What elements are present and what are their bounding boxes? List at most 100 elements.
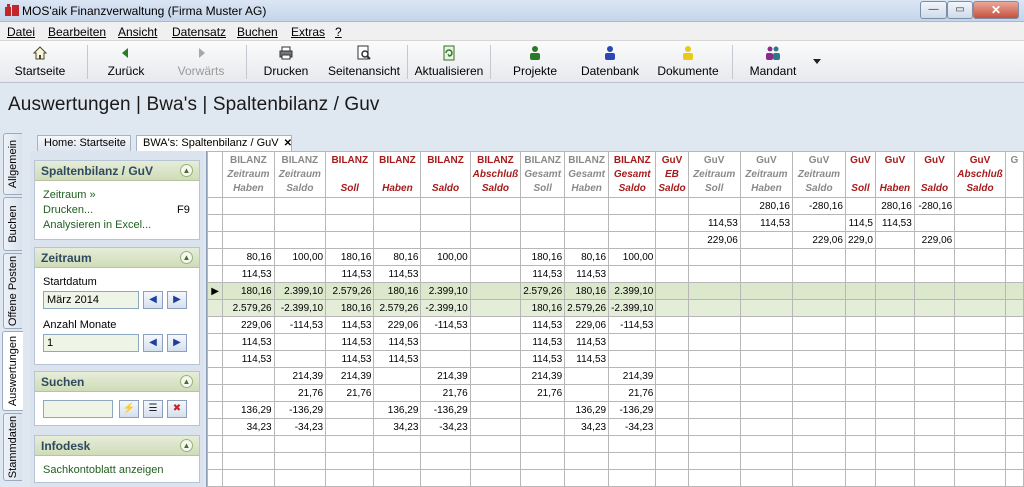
column-header[interactable]: GuV Soll xyxy=(844,151,876,198)
table-cell[interactable] xyxy=(520,418,566,436)
table-cell[interactable] xyxy=(655,401,689,419)
table-cell[interactable]: 214,39 xyxy=(520,367,566,385)
row-indicator[interactable] xyxy=(207,452,224,470)
table-cell[interactable] xyxy=(954,197,1006,215)
table-cell[interactable] xyxy=(608,231,657,249)
table-cell[interactable] xyxy=(273,333,327,351)
table-cell[interactable]: -136,29 xyxy=(273,401,327,419)
table-row[interactable]: 21,76 21,76 21,76 21,76 21,76 xyxy=(207,384,1024,402)
table-cell[interactable] xyxy=(913,265,956,283)
table-cell[interactable] xyxy=(844,316,876,334)
table-cell[interactable] xyxy=(739,265,794,283)
vorwaerts-button[interactable]: Vorwärts xyxy=(170,43,232,81)
table-cell[interactable] xyxy=(469,452,522,470)
table-cell[interactable]: 2.579,26 xyxy=(325,282,375,300)
table-cell[interactable]: -2.399,10 xyxy=(608,299,657,317)
table-cell[interactable] xyxy=(222,452,275,470)
table-cell[interactable]: 80,16 xyxy=(222,248,275,266)
seitenansicht-button[interactable]: Seitenansicht xyxy=(326,43,402,81)
table-cell[interactable] xyxy=(273,231,327,249)
table-cell[interactable]: -2.399,10 xyxy=(273,299,327,317)
table-cell[interactable] xyxy=(325,452,375,470)
table-cell[interactable] xyxy=(739,469,794,487)
table-row[interactable]: 34,23 -34,23 34,23 -34,23 34,23 -34,23 xyxy=(207,418,1024,436)
table-cell[interactable]: -34,23 xyxy=(608,418,657,436)
dokumente-button[interactable]: Dokumente xyxy=(655,43,721,81)
sachkontoblatt-link[interactable]: Sachkontoblatt anzeigen xyxy=(43,464,163,476)
projekte-button[interactable]: Projekte xyxy=(508,43,562,81)
table-cell[interactable] xyxy=(608,265,657,283)
table-cell[interactable] xyxy=(1004,214,1024,232)
table-cell[interactable] xyxy=(222,384,275,402)
tab-home-startseite[interactable]: Home: Startseite xyxy=(37,135,131,151)
aktualisieren-button[interactable]: Aktualisieren xyxy=(413,43,485,81)
row-indicator[interactable] xyxy=(207,418,224,436)
table-cell[interactable] xyxy=(913,452,956,470)
table-cell[interactable] xyxy=(954,350,1006,368)
table-cell[interactable] xyxy=(469,333,522,351)
table-cell[interactable]: 100,00 xyxy=(273,248,327,266)
table-cell[interactable] xyxy=(739,350,794,368)
table-cell[interactable] xyxy=(222,231,275,249)
table-cell[interactable] xyxy=(222,435,275,453)
table-cell[interactable] xyxy=(739,333,794,351)
table-cell[interactable] xyxy=(844,452,876,470)
side-tab-allgemein[interactable]: Allgemein xyxy=(3,133,22,195)
table-cell[interactable]: 114,53 xyxy=(739,214,794,232)
table-cell[interactable] xyxy=(874,435,915,453)
table-cell[interactable] xyxy=(520,435,566,453)
table-cell[interactable] xyxy=(273,452,327,470)
close-window-button[interactable]: ✕ xyxy=(973,1,1019,19)
table-cell[interactable]: 21,76 xyxy=(273,384,327,402)
table-cell[interactable] xyxy=(420,452,471,470)
table-cell[interactable] xyxy=(954,265,1006,283)
mandant-dropdown-icon[interactable] xyxy=(813,59,821,65)
table-cell[interactable]: 114,53 xyxy=(564,333,610,351)
menu-bearbeiten[interactable]: Bearbeiten xyxy=(48,25,106,39)
table-cell[interactable] xyxy=(913,316,956,334)
table-cell[interactable] xyxy=(564,367,610,385)
table-cell[interactable] xyxy=(739,231,794,249)
table-cell[interactable] xyxy=(792,418,846,436)
table-cell[interactable] xyxy=(844,401,876,419)
table-cell[interactable]: 114,53 xyxy=(520,350,566,368)
table-cell[interactable] xyxy=(469,282,522,300)
table-cell[interactable] xyxy=(420,333,471,351)
table-cell[interactable] xyxy=(954,282,1006,300)
table-cell[interactable] xyxy=(373,231,422,249)
row-indicator[interactable] xyxy=(207,231,224,249)
row-indicator[interactable] xyxy=(207,333,224,351)
table-cell[interactable] xyxy=(1004,197,1024,215)
table-cell[interactable]: 280,16 xyxy=(874,197,915,215)
table-cell[interactable] xyxy=(844,333,876,351)
table-cell[interactable] xyxy=(954,248,1006,266)
row-indicator[interactable] xyxy=(207,299,224,317)
table-cell[interactable] xyxy=(325,469,375,487)
table-cell[interactable] xyxy=(844,299,876,317)
table-cell[interactable]: 180,16 xyxy=(564,282,610,300)
table-cell[interactable] xyxy=(1004,350,1024,368)
table-cell[interactable]: 229,06 xyxy=(792,231,846,249)
table-cell[interactable] xyxy=(655,282,689,300)
table-cell[interactable] xyxy=(373,197,422,215)
anzahl-monate-field[interactable]: 1 xyxy=(43,334,139,352)
startseite-button[interactable]: Startseite xyxy=(10,43,70,81)
row-indicator[interactable] xyxy=(207,214,224,232)
table-cell[interactable] xyxy=(954,214,1006,232)
table-row[interactable]: 80,16 100,00 180,16 80,16 100,00 180,16 80,16 1… xyxy=(207,248,1024,266)
row-indicator[interactable] xyxy=(207,350,224,368)
table-cell[interactable] xyxy=(373,367,422,385)
table-cell[interactable]: 114,53 xyxy=(564,350,610,368)
table-cell[interactable] xyxy=(844,435,876,453)
row-indicator[interactable] xyxy=(207,384,224,402)
table-cell[interactable] xyxy=(469,384,522,402)
table-cell[interactable] xyxy=(687,248,741,266)
table-cell[interactable]: 229,06 xyxy=(913,231,956,249)
table-cell[interactable] xyxy=(1004,469,1024,487)
table-cell[interactable]: -280,16 xyxy=(913,197,956,215)
table-cell[interactable] xyxy=(420,197,471,215)
table-cell[interactable]: 34,23 xyxy=(564,418,610,436)
table-cell[interactable] xyxy=(687,469,741,487)
column-header[interactable]: GuV Zeitraum Haben xyxy=(739,151,794,198)
table-cell[interactable] xyxy=(874,333,915,351)
